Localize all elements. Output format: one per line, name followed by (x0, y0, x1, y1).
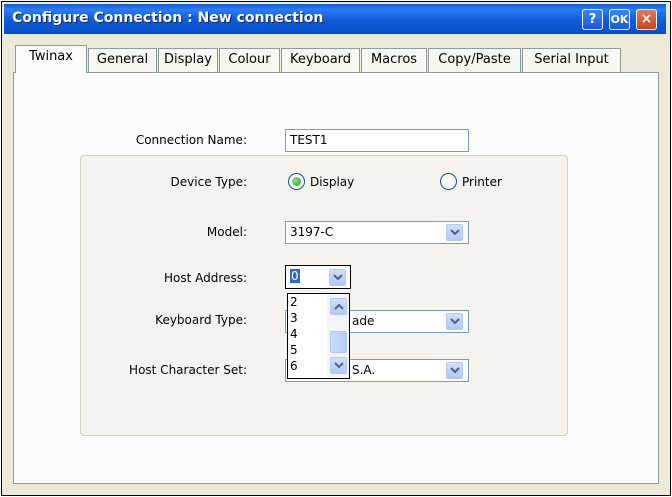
connection-name-label: Connection Name: (135, 133, 247, 147)
title-bar[interactable]: Configure Connection : New connection ? … (4, 4, 666, 34)
model-select[interactable]: 3197-C (285, 221, 469, 244)
host-address-dropdown-button[interactable] (329, 269, 346, 286)
tab-copy-paste[interactable]: Copy/Paste (428, 48, 521, 72)
tab-twinax[interactable]: Twinax (15, 45, 87, 73)
radio-selected-dot (292, 177, 301, 186)
device-type-label: Device Type: (170, 175, 247, 189)
host-address-label: Host Address: (164, 271, 247, 285)
tab-general[interactable]: General (88, 48, 157, 72)
host-charset-dropdown-button[interactable] (446, 362, 463, 379)
help-button[interactable]: ? (582, 9, 603, 30)
configure-connection-dialog: Configure Connection : New connection ? … (0, 0, 672, 497)
scroll-up-button[interactable] (330, 298, 347, 315)
model-dropdown-button[interactable] (446, 224, 463, 241)
list-item[interactable]: 3 (290, 311, 298, 325)
connection-name-field[interactable]: TEST1 (285, 129, 469, 152)
list-item[interactable]: 2 (290, 295, 298, 309)
host-address-value: 0 (290, 269, 300, 283)
keyboard-type-value: ade (352, 314, 375, 328)
tab-display[interactable]: Display (158, 48, 218, 72)
chevron-up-icon (334, 303, 344, 310)
chevron-down-icon (450, 318, 460, 325)
keyboard-type-label: Keyboard Type: (155, 313, 247, 327)
device-printer-radio[interactable] (440, 173, 457, 190)
tab-keyboard[interactable]: Keyboard (281, 48, 360, 72)
chevron-down-icon (334, 362, 344, 369)
model-value: 3197-C (290, 225, 334, 239)
chevron-down-icon (450, 367, 460, 374)
window-title: Configure Connection : New connection (12, 10, 324, 26)
host-address-dropdown-list[interactable]: 2 3 4 5 6 (287, 293, 350, 379)
scroll-down-button[interactable] (330, 357, 347, 374)
chevron-down-icon (333, 274, 343, 281)
tab-colour[interactable]: Colour (219, 48, 280, 72)
device-printer-label[interactable]: Printer (462, 175, 502, 189)
list-item[interactable]: 6 (290, 359, 298, 373)
device-display-label[interactable]: Display (310, 175, 354, 189)
tab-macros[interactable]: Macros (361, 48, 427, 72)
host-charset-value: S.A. (352, 363, 376, 377)
ok-button[interactable]: OK (609, 9, 630, 30)
dropdown-scrollbar[interactable] (327, 295, 349, 377)
scroll-thumb[interactable] (330, 331, 347, 353)
model-label: Model: (206, 225, 247, 239)
host-charset-label: Host Character Set: (129, 363, 247, 377)
list-item[interactable]: 4 (290, 327, 298, 341)
chevron-down-icon (450, 229, 460, 236)
device-display-radio[interactable] (288, 173, 305, 190)
keyboard-type-dropdown-button[interactable] (446, 313, 463, 330)
list-item[interactable]: 5 (290, 343, 298, 357)
tab-serial-input[interactable]: Serial Input (522, 48, 621, 72)
close-button[interactable]: × (636, 9, 657, 30)
